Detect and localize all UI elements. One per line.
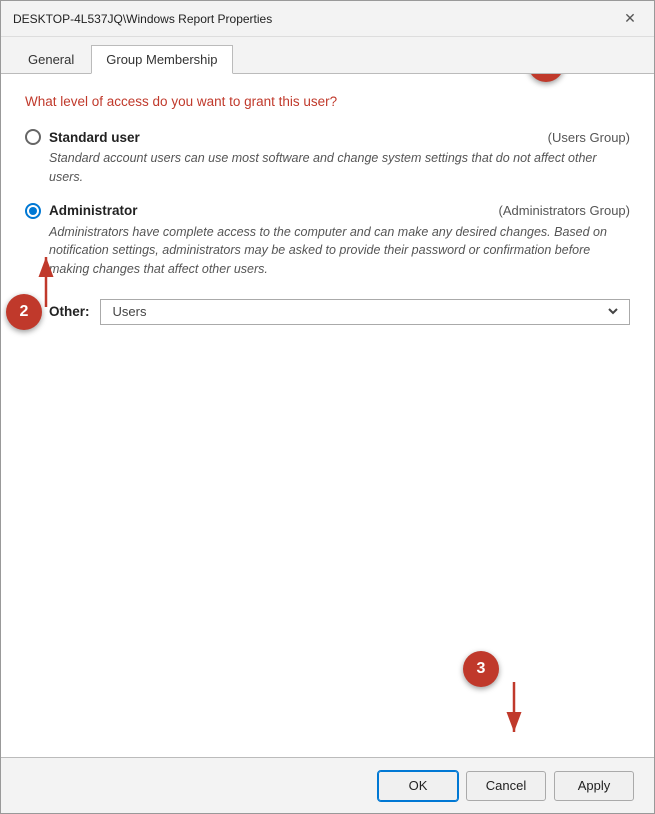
content-area: What level of access do you want to gran… <box>1 74 654 757</box>
administrator-label: Administrator <box>49 203 138 218</box>
cancel-button[interactable]: Cancel <box>466 771 546 801</box>
ok-button[interactable]: OK <box>378 771 458 801</box>
other-select[interactable]: Users <box>109 303 622 320</box>
other-row: Other: Users <box>25 299 630 325</box>
standard-user-radio[interactable] <box>25 129 41 145</box>
standard-user-option: Standard user (Users Group) Standard acc… <box>25 129 630 187</box>
administrator-header: Administrator (Administrators Group) <box>25 203 630 219</box>
arrow-1 <box>554 74 634 84</box>
annotation-3: 3 <box>463 651 499 687</box>
tab-group-membership[interactable]: Group Membership <box>91 45 232 74</box>
access-question: What level of access do you want to gran… <box>25 94 630 109</box>
title-bar: DESKTOP-4L537JQ\Windows Report Propertie… <box>1 1 654 37</box>
apply-button[interactable]: Apply <box>554 771 634 801</box>
dialog-window: DESKTOP-4L537JQ\Windows Report Propertie… <box>0 0 655 814</box>
administrator-group: (Administrators Group) <box>499 203 630 218</box>
administrator-option: Administrator (Administrators Group) Adm… <box>25 203 630 279</box>
administrator-radio[interactable] <box>25 203 41 219</box>
standard-user-group: (Users Group) <box>548 130 630 145</box>
other-option: Other: Users <box>25 295 630 325</box>
arrow-3 <box>484 677 544 737</box>
standard-user-desc: Standard account users can use most soft… <box>49 149 630 187</box>
other-label: Other: <box>49 304 90 319</box>
annotation-2: 2 <box>6 294 42 330</box>
tab-bar: General Group Membership <box>1 37 654 74</box>
standard-user-label: Standard user <box>49 130 140 145</box>
option-group: Standard user (Users Group) Standard acc… <box>25 129 630 325</box>
annotation-1: 1 <box>528 74 564 82</box>
other-dropdown[interactable]: Users <box>100 299 631 325</box>
dialog-footer: OK Cancel Apply <box>1 757 654 813</box>
standard-user-header: Standard user (Users Group) <box>25 129 630 145</box>
close-button[interactable]: ✕ <box>618 7 642 31</box>
tab-general[interactable]: General <box>13 45 89 73</box>
administrator-desc: Administrators have complete access to t… <box>49 223 630 279</box>
window-title: DESKTOP-4L537JQ\Windows Report Propertie… <box>13 12 272 26</box>
